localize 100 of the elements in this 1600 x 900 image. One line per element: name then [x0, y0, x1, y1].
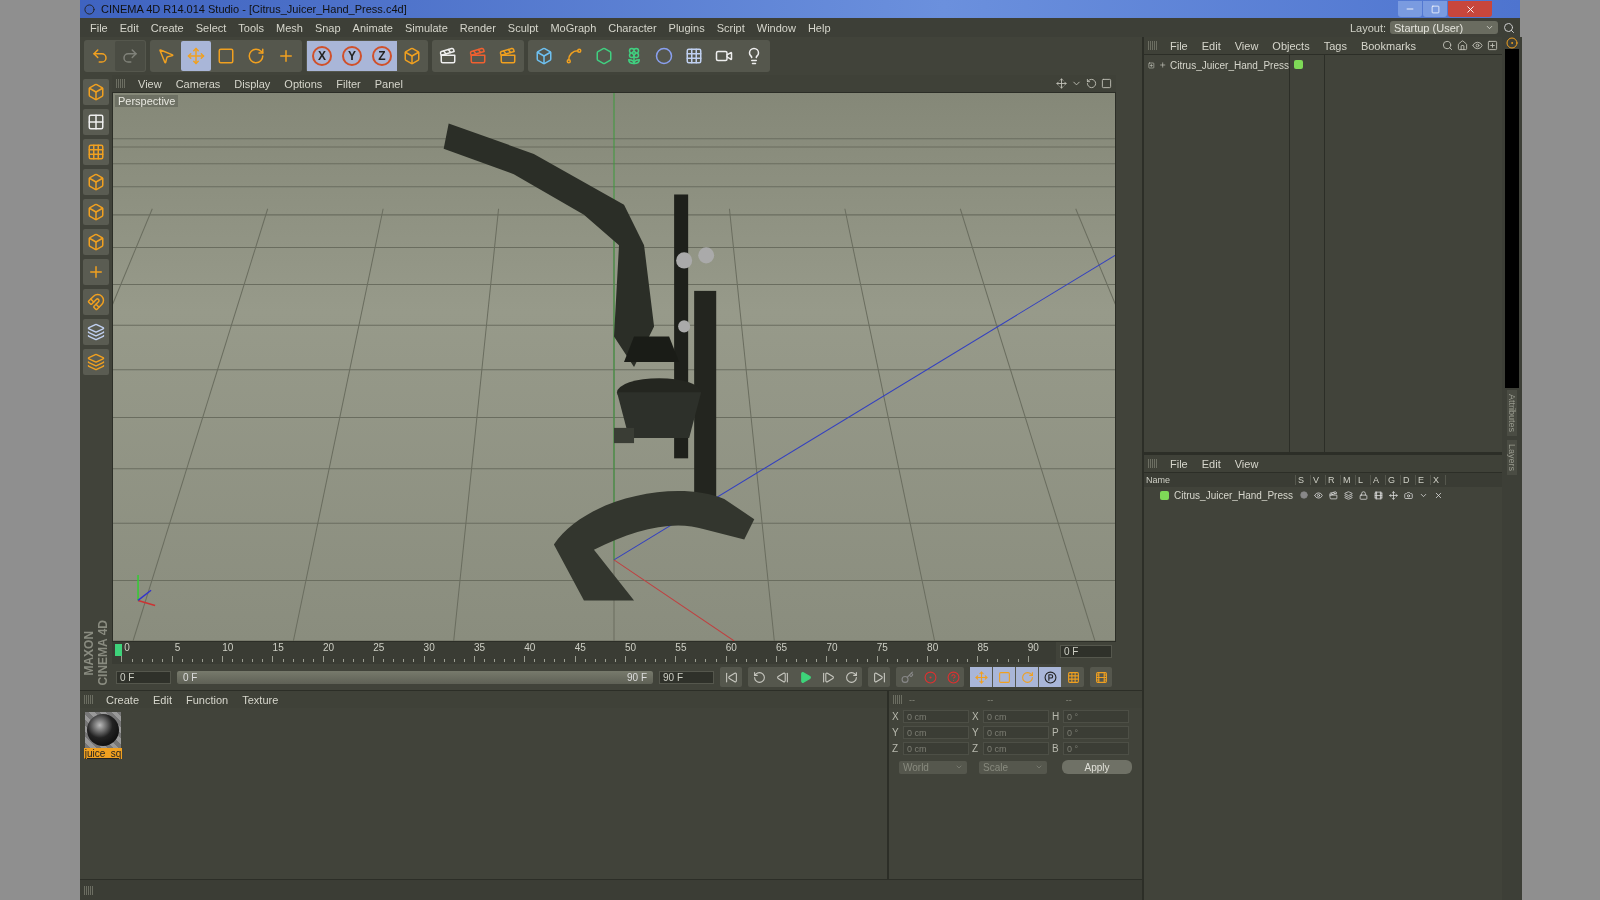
menu-item[interactable]: Texture: [236, 693, 285, 706]
cube-icon: [403, 47, 421, 65]
menu-item[interactable]: Edit: [1195, 39, 1227, 52]
caret-icon: [1485, 23, 1494, 32]
points-mode-button[interactable]: [83, 169, 109, 195]
grip-handle[interactable]: [84, 695, 94, 704]
material-preview[interactable]: [85, 712, 121, 748]
column-header: --: [987, 694, 995, 705]
menu-item[interactable]: Create: [144, 21, 190, 34]
clapperboard-icon: [439, 47, 457, 65]
minimize-button[interactable]: [1398, 1, 1422, 17]
current-frame-field[interactable]: 0 F: [1060, 645, 1112, 658]
menu-item[interactable]: MoGraph: [544, 21, 603, 34]
menu-item[interactable]: Snap: [308, 21, 347, 34]
plus-square-icon: [1487, 40, 1498, 51]
menu-item[interactable]: Tags: [1317, 39, 1353, 52]
grip-handle[interactable]: [84, 885, 94, 895]
timeline-tick-label: 80: [927, 642, 939, 653]
axis-label: B: [1052, 743, 1060, 754]
menu-item[interactable]: Filter: [330, 77, 367, 90]
menu-item[interactable]: File: [1164, 457, 1194, 470]
layout-dropdown[interactable]: Startup (User): [1390, 21, 1498, 34]
magnet-button[interactable]: [83, 289, 109, 315]
step-back-icon: [775, 670, 789, 684]
move-icon: [1056, 78, 1067, 89]
column-header: S: [1296, 475, 1311, 485]
edges-mode-button[interactable]: [83, 199, 109, 225]
menu-item[interactable]: Panel: [368, 77, 409, 90]
clapperboard-icon: [469, 47, 487, 65]
cube-icon: [535, 47, 553, 65]
model-mode-button[interactable]: [83, 79, 109, 105]
menu-item[interactable]: Mesh: [270, 21, 309, 34]
axis-mode-button[interactable]: [83, 259, 109, 285]
snap-button[interactable]: [83, 319, 109, 345]
move-icon: [974, 670, 988, 684]
menu-item[interactable]: Edit: [113, 21, 145, 34]
menu-item[interactable]: Animate: [346, 21, 399, 34]
axis-label: Z: [972, 743, 980, 754]
menu-item[interactable]: Objects: [1266, 39, 1316, 52]
window-title: CINEMA 4D R14.014 Studio - [Citrus_Juicer_Hand_Press.c4d]: [101, 3, 407, 15]
grip-handle[interactable]: [1148, 459, 1158, 468]
menu-item[interactable]: Bookmarks: [1354, 39, 1422, 52]
grip-handle[interactable]: [893, 695, 903, 704]
menu-item[interactable]: Simulate: [398, 21, 454, 34]
cube-icon: [87, 173, 105, 191]
menu-item[interactable]: Character: [602, 21, 663, 34]
circle-icon: [84, 3, 95, 15]
menu-item[interactable]: Script: [710, 21, 751, 34]
grip-handle[interactable]: [1148, 41, 1158, 50]
workplane-lock-button[interactable]: [83, 349, 109, 375]
cube-icon: [87, 83, 105, 101]
axis-lock-button[interactable]: X: [307, 41, 337, 71]
menu-item[interactable]: Edit: [1195, 457, 1227, 470]
axis-lock-button[interactable]: Y: [337, 41, 367, 71]
search-icon: [1442, 40, 1453, 51]
menu-item[interactable]: Function: [180, 693, 235, 706]
axis-label: X: [892, 711, 900, 722]
polygons-mode-button[interactable]: [83, 229, 109, 255]
menu-item[interactable]: Display: [228, 77, 277, 90]
rotate-icon: [752, 670, 766, 684]
menu-item[interactable]: Render: [453, 21, 502, 34]
layer-name[interactable]: Citrus_Juicer_Hand_Press: [1174, 489, 1293, 501]
menu-item[interactable]: Window: [750, 21, 802, 34]
timeline-ruler[interactable]: 0 5 10 15 20 25 30 35 40 45 50 55 60 65 70 75 80 85 90: [112, 642, 1056, 664]
end-frame-field[interactable]: 90 F: [659, 670, 714, 684]
menu-item[interactable]: Plugins: [662, 21, 711, 34]
menu-item[interactable]: Edit: [147, 693, 178, 706]
move-icon: [187, 47, 205, 65]
menu-item[interactable]: View: [132, 77, 168, 90]
texture-mode-button[interactable]: [83, 109, 109, 135]
axis-label: X: [972, 711, 980, 722]
grid-icon: [1066, 670, 1080, 684]
column-header: X: [1431, 475, 1446, 485]
viewport-label: Perspective: [115, 95, 179, 107]
menu-item[interactable]: Tools: [232, 21, 270, 34]
menu-item[interactable]: Options: [278, 77, 329, 90]
menu-item[interactable]: Select: [189, 21, 233, 34]
menu-item[interactable]: View: [1228, 457, 1265, 470]
menu-item[interactable]: File: [84, 21, 114, 34]
object-name[interactable]: Citrus_Juicer_Hand_Press: [1170, 59, 1289, 71]
menu-item[interactable]: Help: [801, 21, 837, 34]
apply-button[interactable]: Apply: [1062, 760, 1132, 774]
menu-item[interactable]: View: [1228, 39, 1265, 52]
workplane-button[interactable]: [83, 139, 109, 165]
playhead-marker[interactable]: [115, 644, 122, 656]
frame-range-slider[interactable]: 0 F 90 F: [177, 670, 653, 684]
grid-icon: [87, 143, 105, 161]
timeline-tick-label: 75: [876, 642, 888, 653]
parameter-key-button[interactable]: [1039, 667, 1061, 687]
menu-item[interactable]: Sculpt: [501, 21, 545, 34]
menu-item[interactable]: Create: [100, 693, 146, 706]
start-frame-field[interactable]: 0 F: [116, 670, 171, 684]
menu-item[interactable]: Cameras: [169, 77, 227, 90]
square-icon: [997, 670, 1011, 684]
maximize-button[interactable]: [1423, 1, 1447, 17]
axis-lock-button[interactable]: Z: [367, 41, 397, 71]
plus-icon: [277, 47, 295, 65]
material-name[interactable]: juice_sq: [83, 748, 123, 759]
grip-handle[interactable]: [116, 79, 126, 88]
menu-item[interactable]: File: [1164, 39, 1194, 52]
